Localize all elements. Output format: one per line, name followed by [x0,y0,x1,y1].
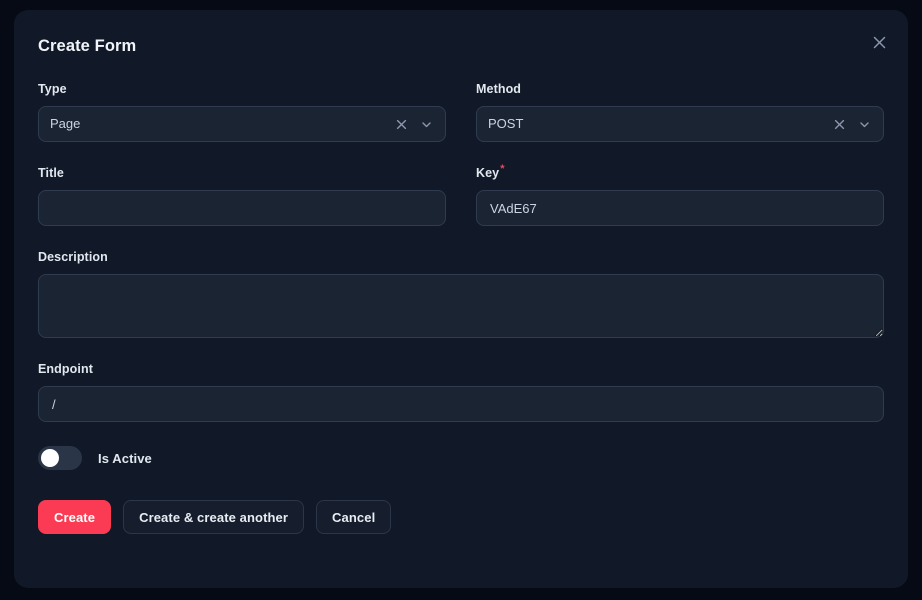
cancel-button[interactable]: Cancel [316,500,392,534]
field-type: Type Page [38,82,446,142]
field-label-endpoint: Endpoint [38,362,93,376]
create-button[interactable]: Create [38,500,112,534]
field-label-method: Method [476,82,522,96]
form-row-type-method: Type Page Method POST [38,82,884,166]
clear-icon[interactable] [831,116,847,132]
key-input[interactable] [476,190,884,226]
form-col-type: Type Page [38,82,446,166]
field-title: Title [38,166,446,226]
type-select-value: Page [50,116,81,131]
method-select[interactable]: POST [476,106,884,142]
field-key: Key* [476,162,884,226]
method-select-value: POST [488,116,524,131]
form-col-key: Key* [476,162,884,250]
description-textarea[interactable] [38,274,884,338]
endpoint-input[interactable] [38,386,884,422]
chevron-down-icon[interactable] [856,116,872,132]
close-icon[interactable] [865,28,893,56]
required-marker: * [500,162,505,175]
form-body: Type Page Method POST Title Key* VAdE67 … [14,82,908,534]
type-select[interactable]: Page [38,106,446,142]
field-label-description: Description [38,250,108,264]
modal-header: Create Form [14,10,908,56]
form-row-title-key: Title Key* [38,162,884,250]
toggle-knob [41,449,59,467]
is-active-label: Is Active [98,450,152,466]
title-input[interactable] [38,190,446,226]
create-and-create-another-button[interactable]: Create & create another [123,500,305,534]
is-active-toggle[interactable] [38,446,82,470]
page-title: Create Form [38,37,137,55]
field-label-key-text: Key [476,166,500,180]
field-description: Description [38,250,884,338]
type-select-icons [393,116,434,132]
field-endpoint: Endpoint [38,362,884,422]
field-label-type: Type [38,82,67,96]
chevron-down-icon[interactable] [418,116,434,132]
field-label-title: Title [38,166,64,180]
create-form-modal: Create Form Type Page Method POST Title … [14,10,908,588]
form-col-title: Title [38,166,446,250]
field-method: Method POST [476,82,884,142]
form-col-method: Method POST [476,82,884,166]
field-is-active: Is Active [38,446,884,470]
field-label-key: Key* [476,162,884,181]
form-actions: Create Create & create another Cancel [38,500,884,534]
method-select-icons [831,116,872,132]
clear-icon[interactable] [393,116,409,132]
